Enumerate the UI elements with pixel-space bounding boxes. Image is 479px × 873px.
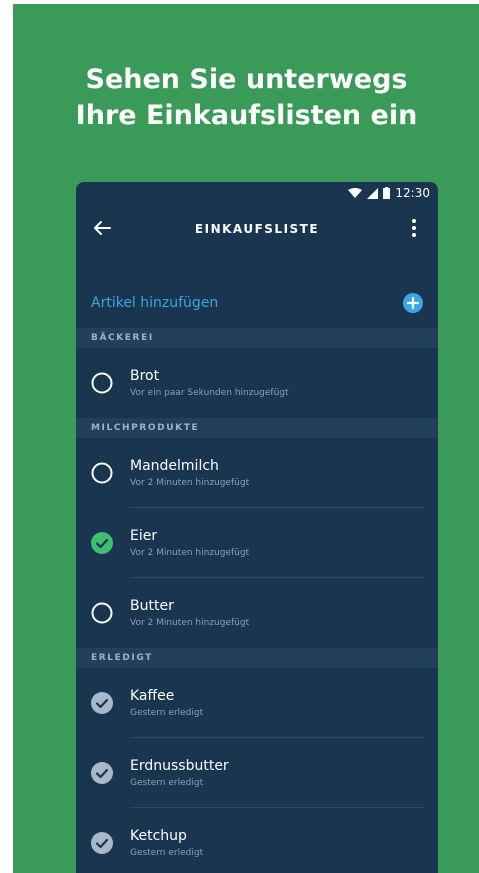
list-item-brot[interactable]: Brot Vor ein paar Sekunden hinzugefügt	[76, 348, 438, 418]
item-subtitle: Vor 2 Minuten hinzugefügt	[130, 547, 250, 558]
add-item-button[interactable]: Artikel hinzufügen	[76, 278, 438, 328]
wifi-icon	[348, 187, 363, 199]
list-item-butter[interactable]: Butter Vor 2 Minuten hinzugefügt	[76, 578, 438, 648]
page-title: EINKAUFSLISTE	[194, 222, 320, 236]
item-name: Butter	[130, 597, 174, 614]
headline-line-2: Ihre Einkaufslisten ein	[75, 100, 418, 131]
list-item-ketchup[interactable]: Ketchup Gestern erledigt	[76, 808, 438, 873]
phone-screen: 12:30 EINKAUFSLISTE Artikel hinzufügen B…	[76, 182, 438, 873]
item-subtitle: Vor 2 Minuten hinzugefügt	[130, 477, 250, 488]
done-check-icon[interactable]	[91, 832, 113, 854]
item-name: Erdnussbutter	[130, 757, 229, 774]
arrow-left-icon[interactable]	[90, 216, 114, 240]
status-time: 12:30	[395, 186, 430, 200]
section-header-erledigt: ERLEDIGT	[76, 648, 438, 668]
unchecked-circle-icon[interactable]	[91, 602, 113, 624]
app-bar: EINKAUFSLISTE	[76, 204, 438, 254]
done-check-icon[interactable]	[91, 762, 113, 784]
section-header-milchprodukte: MILCHPRODUKTE	[76, 418, 438, 438]
signal-icon	[367, 187, 379, 199]
status-bar: 12:30	[76, 182, 438, 204]
item-name: Mandelmilch	[130, 457, 219, 474]
item-name: Brot	[130, 367, 160, 384]
section-header-baeckerei: BÄCKEREI	[76, 328, 438, 348]
add-item-label: Artikel hinzufügen	[91, 295, 219, 311]
headline-line-1: Sehen Sie unterwegs	[85, 64, 408, 95]
unchecked-circle-icon[interactable]	[91, 372, 113, 394]
list-item-mandelmilch[interactable]: Mandelmilch Vor 2 Minuten hinzugefügt	[76, 438, 438, 508]
item-subtitle: Gestern erledigt	[130, 777, 204, 788]
unchecked-circle-icon[interactable]	[91, 462, 113, 484]
item-subtitle: Vor ein paar Sekunden hinzugefügt	[130, 387, 289, 398]
more-vertical-icon[interactable]	[406, 216, 422, 240]
checked-circle-icon[interactable]	[91, 532, 113, 554]
done-check-icon[interactable]	[91, 692, 113, 714]
headline: Sehen Sie unterwegs Ihre Einkaufslisten …	[13, 62, 479, 134]
item-subtitle: Gestern erledigt	[130, 707, 204, 718]
promo-background: Sehen Sie unterwegs Ihre Einkaufslisten …	[13, 4, 479, 873]
list-item-eier[interactable]: Eier Vor 2 Minuten hinzugefügt	[76, 508, 438, 578]
plus-circle-icon[interactable]	[403, 293, 423, 313]
item-name: Eier	[130, 527, 158, 544]
battery-icon	[383, 187, 391, 199]
item-name: Kaffee	[130, 687, 175, 704]
item-subtitle: Gestern erledigt	[130, 847, 204, 858]
list-item-kaffee[interactable]: Kaffee Gestern erledigt	[76, 668, 438, 738]
item-subtitle: Vor 2 Minuten hinzugefügt	[130, 617, 250, 628]
item-name: Ketchup	[130, 827, 187, 844]
list-item-erdnussbutter[interactable]: Erdnussbutter Gestern erledigt	[76, 738, 438, 808]
